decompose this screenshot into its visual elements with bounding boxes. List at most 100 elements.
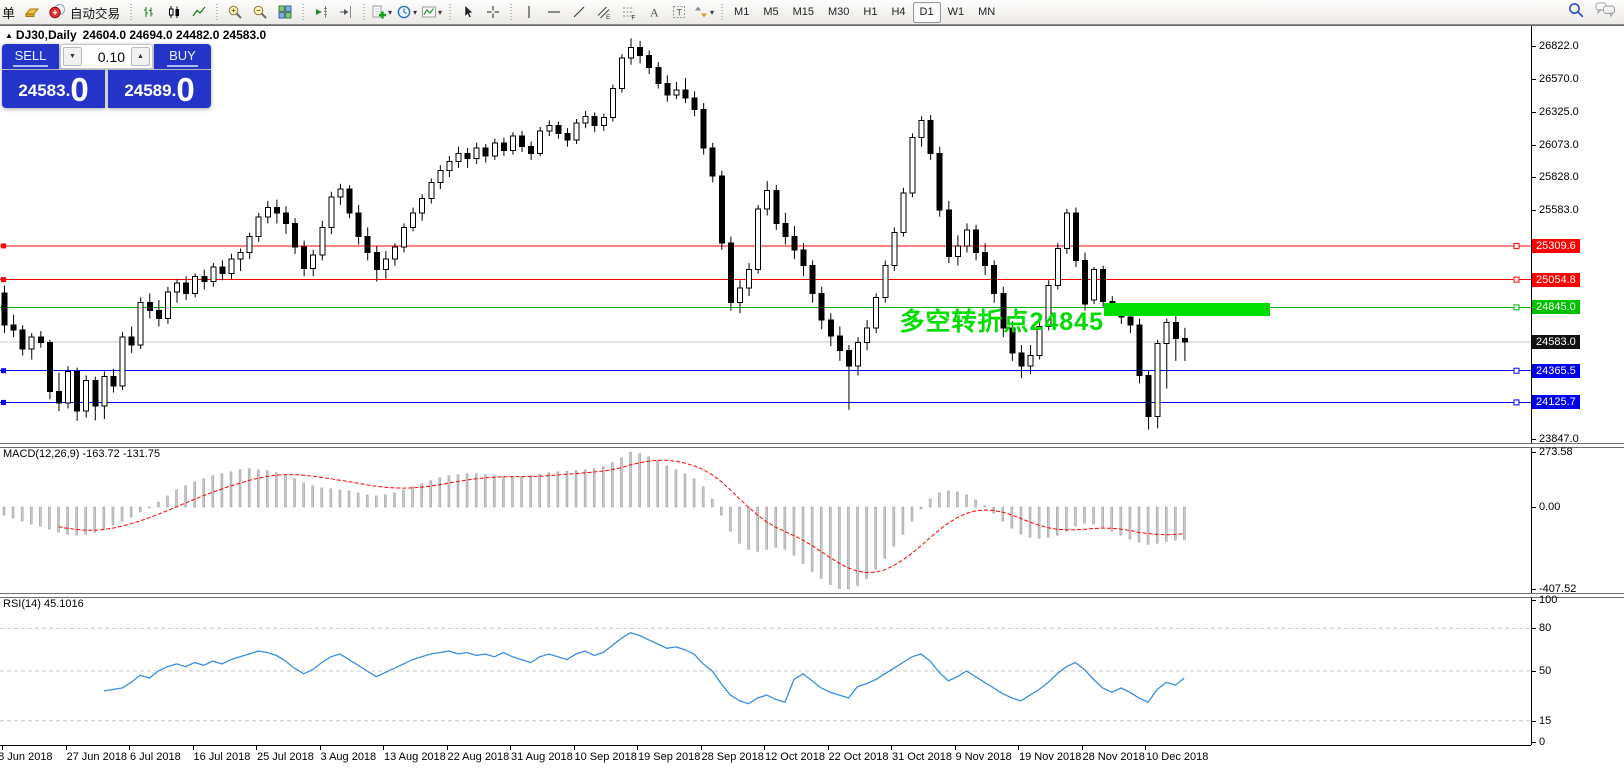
sell-button[interactable]: SELL: [2, 44, 59, 69]
macd-histogram-bar: [502, 477, 504, 507]
macd-pane[interactable]: [0, 447, 1531, 593]
candle-body: [610, 89, 615, 118]
timeframe-m30[interactable]: M30: [821, 2, 856, 23]
line-anchor-marker[interactable]: [1, 277, 6, 282]
macd-histogram-bar: [257, 470, 259, 507]
candle-body: [710, 148, 715, 176]
candle-body: [619, 58, 624, 88]
period-icon[interactable]: ▾: [394, 2, 419, 23]
pane-separator[interactable]: [0, 443, 1624, 448]
timeframe-m1[interactable]: M1: [727, 2, 756, 23]
time-axis-label: 22 Aug 2018: [448, 751, 510, 763]
gold-bar-icon[interactable]: [19, 2, 44, 23]
timeframe-m15[interactable]: M15: [786, 2, 821, 23]
pane-separator[interactable]: [0, 593, 1624, 598]
time-axis-label: 27 Jun 2018: [67, 751, 128, 763]
candle-body: [474, 148, 479, 159]
chat-icon[interactable]: [1595, 1, 1616, 23]
new-order-icon[interactable]: ▾: [369, 2, 394, 23]
cursor-icon[interactable]: [455, 2, 480, 23]
dropdown-arrow-icon[interactable]: ▾: [413, 8, 417, 17]
toolbar-separator: [719, 4, 724, 20]
macd-histogram-bar: [784, 507, 786, 549]
zoom-in-icon[interactable]: [222, 2, 247, 23]
candle-body: [728, 243, 733, 302]
buy-price[interactable]: 24589.0: [108, 70, 211, 108]
line-anchor-marker[interactable]: [1514, 243, 1519, 248]
text-label-icon[interactable]: T: [666, 2, 691, 23]
channel-icon[interactable]: E: [591, 2, 616, 23]
time-axis-label: 28 Nov 2018: [1083, 751, 1145, 763]
macd-histogram-bar: [593, 469, 595, 507]
rsi-axis-label: 0: [1539, 736, 1545, 748]
tile-windows-icon[interactable]: [272, 2, 297, 23]
arrow-tools-icon[interactable]: ▾: [691, 2, 716, 23]
candle-body: [1128, 317, 1133, 325]
bar-chart-icon[interactable]: [136, 2, 161, 23]
price-chart-pane[interactable]: [0, 26, 1531, 444]
buy-button[interactable]: BUY: [154, 44, 211, 69]
macd-histogram-bar: [911, 507, 913, 521]
chart-shift-icon[interactable]: [333, 2, 358, 23]
macd-histogram-bar: [938, 493, 940, 507]
autotrading-button[interactable]: 自动交易: [49, 3, 120, 22]
time-axis-tick: [828, 746, 829, 750]
timeframe-m5[interactable]: M5: [756, 2, 785, 23]
timeframe-d1[interactable]: D1: [913, 2, 941, 23]
template-icon[interactable]: ▾: [419, 2, 444, 23]
macd-histogram-bar: [1093, 507, 1095, 524]
line-anchor-marker[interactable]: [1, 243, 6, 248]
candlestick-chart-icon[interactable]: [161, 2, 186, 23]
crosshair-icon[interactable]: [480, 2, 505, 23]
timeframe-h4[interactable]: H4: [884, 2, 912, 23]
dropdown-arrow-icon[interactable]: ▾: [438, 8, 442, 17]
sell-price[interactable]: 24583.0: [2, 70, 105, 108]
macd-histogram-bar: [956, 492, 958, 507]
candle-body: [510, 136, 515, 151]
vertical-line-icon[interactable]: [516, 2, 541, 23]
macd-histogram-bar: [602, 467, 604, 507]
turning-point-annotation[interactable]: 多空转折点24845: [899, 302, 1104, 338]
candle-body: [756, 209, 761, 270]
line-anchor-marker[interactable]: [1514, 368, 1519, 373]
volume-input[interactable]: [84, 45, 129, 68]
line-anchor-marker[interactable]: [1, 400, 6, 405]
macd-histogram-bar: [275, 473, 277, 507]
rsi-pane[interactable]: [0, 597, 1531, 745]
new-order-button-fragment[interactable]: 单: [2, 3, 15, 22]
horizontal-line-icon[interactable]: [541, 2, 566, 23]
macd-histogram-bar: [648, 457, 650, 507]
price-tag: 24583.0: [1532, 335, 1580, 349]
candle-body: [202, 276, 207, 281]
trendline-icon[interactable]: [566, 2, 591, 23]
line-anchor-marker[interactable]: [1, 368, 6, 373]
price-tag: 24125.7: [1532, 395, 1580, 409]
candle-body: [819, 293, 824, 319]
search-icon[interactable]: [1567, 1, 1585, 24]
line-anchor-marker[interactable]: [1514, 277, 1519, 282]
auto-scroll-icon[interactable]: [308, 2, 333, 23]
line-anchor-marker[interactable]: [1514, 305, 1519, 310]
timeframe-w1[interactable]: W1: [941, 2, 972, 23]
timeframe-h1[interactable]: H1: [856, 2, 884, 23]
text-icon[interactable]: A: [641, 2, 666, 23]
volume-increase-button[interactable]: ▲: [131, 47, 150, 66]
zoom-out-icon[interactable]: [247, 2, 272, 23]
dropdown-arrow-icon[interactable]: ▾: [388, 8, 392, 17]
line-chart-icon[interactable]: [186, 2, 211, 23]
macd-histogram-bar: [1147, 507, 1149, 544]
line-anchor-marker[interactable]: [1514, 400, 1519, 405]
candle-body: [84, 381, 89, 411]
timeframe-mn[interactable]: MN: [971, 2, 1002, 23]
candle-body: [138, 303, 143, 345]
volume-decrease-button[interactable]: ▼: [63, 47, 82, 66]
macd-histogram-bar: [548, 473, 550, 507]
dropdown-arrow-icon[interactable]: ▾: [710, 8, 714, 17]
fibonacci-icon[interactable]: F: [616, 2, 641, 23]
price-axis-tick: [1531, 210, 1536, 211]
supply-zone-rectangle[interactable]: [1104, 303, 1270, 316]
macd-histogram-bar: [666, 466, 668, 507]
svg-text:T: T: [676, 8, 682, 18]
macd-histogram-bar: [693, 479, 695, 507]
macd-axis-tick: [1531, 507, 1536, 508]
